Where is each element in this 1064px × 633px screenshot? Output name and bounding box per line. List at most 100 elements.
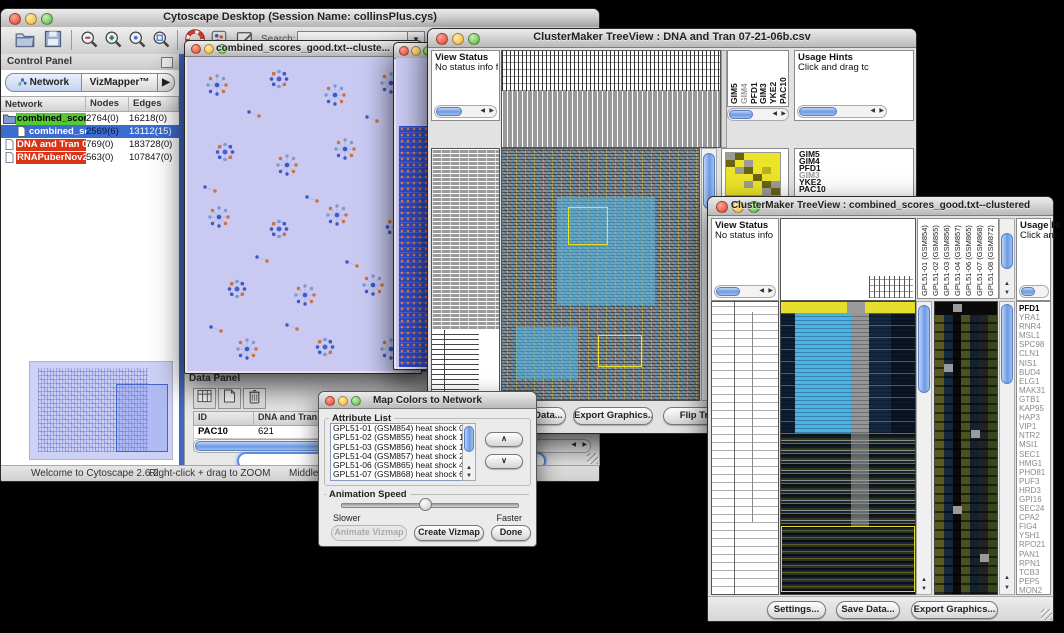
gene-label[interactable]: PAN1 (1019, 550, 1050, 559)
network-row[interactable]: RNAPuberNov2+| 563(0) 107847(0) (1, 151, 179, 164)
scroll-right-icon[interactable]: ▶ (489, 106, 494, 116)
minimize-button[interactable] (411, 46, 421, 56)
zoom-out-button[interactable] (77, 29, 101, 51)
export-graphics-button[interactable]: Export Graphics... (573, 407, 653, 425)
gene-label[interactable]: TCB3 (1019, 568, 1050, 577)
usage-hints-hscrollbar[interactable]: ◀ ▶ (797, 105, 887, 118)
scrollbar-thumb[interactable] (464, 426, 474, 452)
gene-label[interactable]: FIG4 (1019, 522, 1050, 531)
scrollbar-thumb[interactable] (918, 305, 930, 393)
gene-label[interactable]: NIS1 (1019, 359, 1050, 368)
column-label[interactable]: GPL51-04 (GSM857) (953, 220, 963, 296)
scroll-right-icon[interactable]: ▶ (781, 109, 786, 119)
attribute-item[interactable]: GPL51-07 (GSM868) heat shock 60 min (331, 470, 475, 479)
scrollbar-thumb[interactable] (1001, 233, 1013, 269)
tab-overflow-button[interactable]: ▶ (158, 73, 175, 92)
gene-label[interactable]: MSI1 (1019, 440, 1050, 449)
column-label[interactable]: GIM3 (759, 52, 768, 104)
column-label[interactable]: GPL51-01 (GSM854) (920, 220, 930, 296)
gene-label[interactable]: MSL1 (1019, 331, 1050, 340)
export-graphics-button[interactable]: Export Graphics... (911, 601, 998, 619)
gene-label[interactable]: GPI16 (1019, 495, 1050, 504)
gene-label[interactable]: HMG1 (1019, 459, 1050, 468)
scrollbar-thumb[interactable] (799, 107, 837, 116)
column-edges[interactable]: Edges (129, 97, 179, 111)
scroll-left-icon[interactable]: ◀ (480, 106, 485, 116)
main-title-bar[interactable]: Cytoscape Desktop (Session Name: collins… (1, 9, 599, 28)
save-data-button[interactable]: Save Data... (836, 601, 900, 619)
gene-label[interactable]: SEC24 (1019, 504, 1050, 513)
gene-label[interactable]: SPC98 (1019, 340, 1050, 349)
scroll-left-icon[interactable]: ◀ (870, 106, 875, 116)
labels-vscrollbar[interactable]: ▲ ▼ (999, 218, 1015, 299)
column-label[interactable]: PAC10 (779, 52, 788, 104)
column-label[interactable]: GIM5 (730, 52, 739, 104)
gene-label[interactable]: PFD1 (1019, 304, 1050, 313)
zoomed-heatmap-panel[interactable] (934, 301, 998, 595)
resize-grip[interactable] (1041, 609, 1052, 620)
gene-label[interactable]: MAK31 (1019, 386, 1050, 395)
column-label[interactable]: GPL51-07 (GSM868) (975, 220, 985, 296)
scroll-down-icon[interactable]: ▼ (1000, 290, 1014, 296)
scroll-down-icon[interactable]: ▼ (917, 586, 931, 592)
gene-label[interactable]: YSH1 (1019, 531, 1050, 540)
network-row[interactable]: DNA and Tran 07 769(0) 183728(0) (1, 138, 179, 151)
gene-label[interactable]: YRA1 (1019, 313, 1050, 322)
column-label[interactable]: GPL51-06 (GSM865) (964, 220, 974, 296)
attribute-list-vscrollbar[interactable]: ▲ ▼ (462, 423, 476, 481)
gene-label[interactable]: RPN1 (1019, 559, 1050, 568)
tab-network[interactable]: Network (5, 73, 82, 92)
column-label[interactable]: GPL51-03 (GSM856) (942, 220, 952, 296)
gene-label[interactable]: CLN1 (1019, 349, 1050, 358)
scroll-down-icon[interactable]: ▼ (463, 473, 475, 479)
scroll-down-icon[interactable]: ▼ (1000, 585, 1014, 591)
scrollbar-thumb[interactable] (1001, 304, 1013, 384)
zoom-fit-button[interactable] (149, 29, 173, 51)
gene-label[interactable]: HRD3 (1019, 486, 1050, 495)
column-label[interactable]: GIM4 (740, 52, 749, 104)
create-vizmap-button[interactable]: Create Vizmap (414, 525, 484, 541)
scroll-up-icon[interactable]: ▲ (1000, 575, 1014, 581)
close-button[interactable] (399, 46, 409, 56)
float-panel-icon[interactable] (161, 57, 173, 68)
attribute-list[interactable]: GPL51-01 (GSM854) heat shock 05 minGPL51… (330, 423, 476, 481)
network-overview-thumbnail[interactable] (29, 361, 173, 460)
gene-label[interactable]: MON2 (1019, 586, 1050, 595)
column-label[interactable]: PFD1 (750, 52, 759, 104)
zoom-selected-button[interactable] (125, 29, 149, 51)
column-label[interactable]: GPL51-08 (GSM872) (986, 220, 996, 296)
network-window-title-bar[interactable]: combined_scores_good.txt--cluste... (185, 41, 421, 57)
gene-label[interactable]: PHO81 (1019, 468, 1050, 477)
scroll-left-icon[interactable]: ◀ (759, 286, 764, 296)
gene-label[interactable]: PUF3 (1019, 477, 1050, 486)
select-attributes-button[interactable] (193, 388, 216, 409)
scroll-up-icon[interactable]: ▲ (463, 465, 475, 471)
column-dendrogram[interactable] (780, 218, 916, 301)
scroll-up-icon[interactable]: ▲ (1000, 281, 1014, 287)
labels-hscrollbar[interactable]: ◀ ▶ (727, 108, 789, 121)
animate-vizmap-button[interactable]: Animate Vizmap (331, 525, 407, 541)
done-button[interactable]: Done (491, 525, 531, 541)
correlation-matrix[interactable] (725, 152, 781, 196)
scrollbar-thumb[interactable] (436, 107, 462, 116)
usage-hints-hscrollbar[interactable] (1019, 285, 1049, 298)
delete-attribute-button[interactable] (243, 388, 266, 409)
scroll-right-icon[interactable]: ▶ (768, 286, 773, 296)
settings-button[interactable]: Settings... (767, 601, 826, 619)
gene-label[interactable]: PAC10 (799, 186, 913, 193)
treeview2-title-bar[interactable]: ClusterMaker TreeView : combined_scores_… (708, 197, 1053, 216)
scrollbar-thumb[interactable] (729, 110, 753, 119)
resize-grip[interactable] (587, 453, 598, 464)
gene-label[interactable]: KAP95 (1019, 404, 1050, 413)
gene-label[interactable]: GTB1 (1019, 395, 1050, 404)
view-status-hscrollbar[interactable]: ◀ ▶ (434, 105, 497, 118)
scrollbar-thumb[interactable] (716, 287, 740, 296)
slider-thumb[interactable] (419, 498, 432, 511)
gene-label[interactable]: RNR4 (1019, 322, 1050, 331)
heatmap-canvas[interactable] (780, 301, 916, 595)
network-row-selected[interactable]: combined_sco 2569(6) 13112(15) (1, 125, 179, 138)
view-status-hscrollbar[interactable]: ◀ ▶ (714, 285, 776, 298)
dialog-title-bar[interactable]: Map Colors to Network (319, 392, 536, 409)
scroll-right-icon[interactable]: ▶ (582, 440, 587, 450)
row-dendrogram[interactable] (431, 148, 500, 401)
